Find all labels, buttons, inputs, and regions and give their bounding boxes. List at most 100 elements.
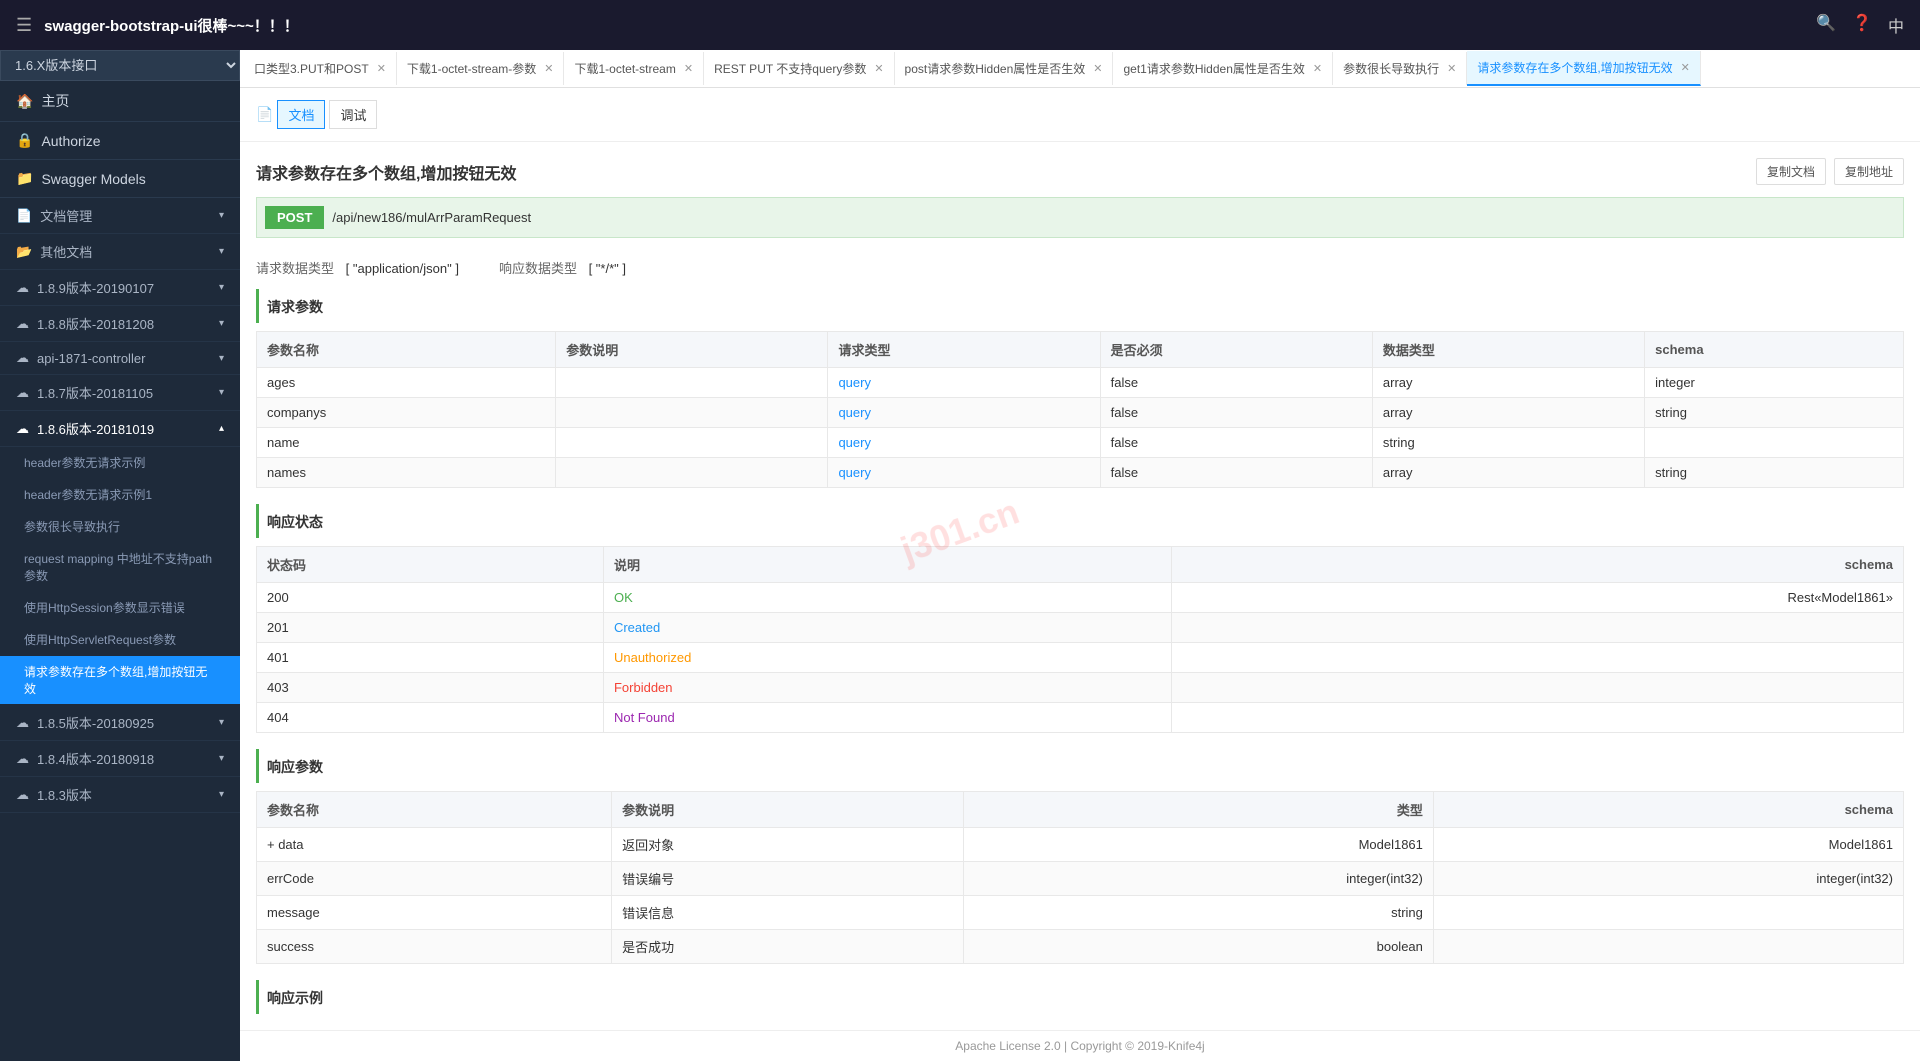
sidebar-sub-long-param[interactable]: 参数很长导致执行 (0, 511, 240, 543)
param-schema: integer (1645, 368, 1904, 398)
status-code: 401 (257, 643, 604, 673)
param-name: name (257, 428, 556, 458)
group-api1871-label: api-1871-controller (37, 351, 145, 366)
tab-mul-arr-close[interactable]: ✕ (1681, 61, 1690, 74)
table-row: success 是否成功 boolean (257, 930, 1904, 964)
sidebar-group-v189[interactable]: ☁ 1.8.9版本-20190107 ▾ (0, 270, 240, 306)
doc-tab-doc[interactable]: 文档 (277, 100, 325, 129)
resp-type-value: [ "*/*" ] (589, 261, 626, 276)
table-row: 200 OK Rest«Model1861» (257, 583, 1904, 613)
search-icon[interactable]: 🔍 (1816, 13, 1836, 37)
table-row: 403 Forbidden (257, 673, 1904, 703)
resp-param-name: success (257, 930, 612, 964)
doc-tab-debug[interactable]: 调试 (329, 100, 377, 129)
status-schema (1172, 673, 1904, 703)
tab-mul-arr[interactable]: 请求参数存在多个数组,增加按钮无效 ✕ (1467, 51, 1701, 86)
th-resp-param-name: 参数名称 (257, 792, 612, 828)
sidebar: 1.6.X版本接口 🏠 主页 🔒 Authorize 📁 Swagger Mod… (0, 50, 240, 1061)
req-type-label: 请求数据类型 (256, 261, 334, 276)
copy-addr-button[interactable]: 复制地址 (1834, 158, 1904, 185)
tab-post-hidden-label: post请求参数Hidden属性是否生效 (905, 60, 1086, 77)
sidebar-item-authorize[interactable]: 🔒 Authorize (0, 122, 240, 160)
sidebar-group-api1871[interactable]: ☁ api-1871-controller ▾ (0, 342, 240, 375)
sidebar-group-v183[interactable]: ☁ 1.8.3版本 ▾ (0, 777, 240, 813)
tab-get1-hidden[interactable]: get1请求参数Hidden属性是否生效 ✕ (1113, 52, 1333, 85)
sidebar-group-v187[interactable]: ☁ 1.8.7版本-20181105 ▾ (0, 375, 240, 411)
chevron-right-icon-3: ▾ (219, 353, 224, 364)
req-type-value: [ "application/json" ] (346, 261, 459, 276)
tab-get1-hidden-close[interactable]: ✕ (1313, 62, 1322, 75)
sidebar-sub-httpsession[interactable]: 使用HttpSession参数显示错误 (0, 592, 240, 624)
tab-rest-put-close[interactable]: ✕ (874, 62, 883, 75)
tab-put-post[interactable]: 口类型3.PUT和POST ✕ (244, 52, 397, 85)
param-desc (556, 458, 828, 488)
cloud-icon-4: ☁ (16, 385, 29, 401)
param-schema: string (1645, 398, 1904, 428)
sidebar-sub-mul-arr[interactable]: 请求参数存在多个数组,增加按钮无效 (0, 656, 240, 705)
tab-mul-arr-label: 请求参数存在多个数组,增加按钮无效 (1477, 59, 1672, 76)
group-v187-label: 1.8.7版本-20181105 (37, 383, 153, 402)
sidebar-sub-path-param[interactable]: request mapping 中地址不支持path参数 (0, 543, 240, 592)
method-badge: POST (265, 206, 324, 229)
param-required: false (1100, 398, 1372, 428)
tab-long-param[interactable]: 参数很长导致执行 ✕ (1333, 52, 1467, 85)
param-req-type[interactable]: query (828, 368, 1100, 398)
doc-header: 📄 文档 调试 (240, 88, 1920, 142)
resp-param-name: message (257, 896, 612, 930)
authorize-label: Authorize (41, 133, 100, 149)
resp-example-section-title: 响应示例 (256, 980, 1904, 1014)
tab-rest-put[interactable]: REST PUT 不支持query参数 ✕ (704, 52, 894, 85)
param-name: names (257, 458, 556, 488)
tab-post-hidden-close[interactable]: ✕ (1093, 62, 1102, 75)
sidebar-group-v185[interactable]: ☁ 1.8.5版本-20180925 ▾ (0, 705, 240, 741)
version-select[interactable]: 1.6.X版本接口 (0, 50, 240, 81)
sidebar-group-v186[interactable]: ☁ 1.8.6版本-20181019 ▴ (0, 411, 240, 447)
api-title-row: 请求参数存在多个数组,增加按钮无效 复制文档 复制地址 (256, 158, 1904, 185)
table-row: name query false string (257, 428, 1904, 458)
param-name: ages (257, 368, 556, 398)
sidebar-group-doc-mgmt[interactable]: 📄 文档管理 ▾ (0, 198, 240, 234)
param-req-type[interactable]: query (828, 398, 1100, 428)
tab-put-post-label: 口类型3.PUT和POST (254, 60, 369, 77)
param-desc (556, 368, 828, 398)
sidebar-item-swagger-models[interactable]: 📁 Swagger Models (0, 160, 240, 198)
tab-post-hidden[interactable]: post请求参数Hidden属性是否生效 ✕ (895, 52, 1114, 85)
cloud-icon-5: ☁ (16, 421, 29, 437)
param-desc (556, 428, 828, 458)
sidebar-group-v184[interactable]: ☁ 1.8.4版本-20180918 ▾ (0, 741, 240, 777)
tab-rest-put-label: REST PUT 不支持query参数 (714, 60, 866, 77)
tab-octet-label: 下载1-octet-stream (574, 60, 675, 77)
copy-doc-button[interactable]: 复制文档 (1756, 158, 1826, 185)
sidebar-group-v188[interactable]: ☁ 1.8.8版本-20181208 ▾ (0, 306, 240, 342)
param-req-type[interactable]: query (828, 458, 1100, 488)
sidebar-sub-httpservlet[interactable]: 使用HttpServletRequest参数 (0, 624, 240, 656)
sidebar-sub-header-param1[interactable]: header参数无请求示例1 (0, 479, 240, 511)
lang-icon[interactable]: 中 (1888, 13, 1904, 37)
sidebar-sub-header-param[interactable]: header参数无请求示例 (0, 447, 240, 479)
sidebar-item-home[interactable]: 🏠 主页 (0, 81, 240, 122)
tab-put-post-close[interactable]: ✕ (377, 62, 386, 75)
help-icon[interactable]: ❓ (1852, 13, 1872, 37)
status-schema (1172, 613, 1904, 643)
tab-octet-close[interactable]: ✕ (684, 62, 693, 75)
status-desc: OK (603, 583, 1171, 613)
tab-long-param-close[interactable]: ✕ (1447, 62, 1456, 75)
resp-param-desc: 返回对象 (612, 828, 964, 862)
th-req-type: 请求类型 (828, 332, 1100, 368)
th-param-desc: 参数说明 (556, 332, 828, 368)
tab-octet-param-close[interactable]: ✕ (544, 62, 553, 75)
status-desc: Forbidden (603, 673, 1171, 703)
menu-icon[interactable]: ☰ (16, 15, 32, 36)
table-row: 401 Unauthorized (257, 643, 1904, 673)
param-data-type: string (1372, 428, 1644, 458)
tab-octet[interactable]: 下载1-octet-stream ✕ (564, 52, 704, 85)
tab-octet-param[interactable]: 下载1-octet-stream-参数 ✕ (397, 52, 565, 85)
chevron-right-icon-5: ▾ (219, 717, 224, 728)
param-required: false (1100, 458, 1372, 488)
sidebar-group-other-docs[interactable]: 📂 其他文档 ▾ (0, 234, 240, 270)
resp-param-type: Model1861 (963, 828, 1433, 862)
table-row: companys query false array string (257, 398, 1904, 428)
group-v188-label: 1.8.8版本-20181208 (37, 314, 154, 333)
param-required: false (1100, 428, 1372, 458)
param-req-type[interactable]: query (828, 428, 1100, 458)
